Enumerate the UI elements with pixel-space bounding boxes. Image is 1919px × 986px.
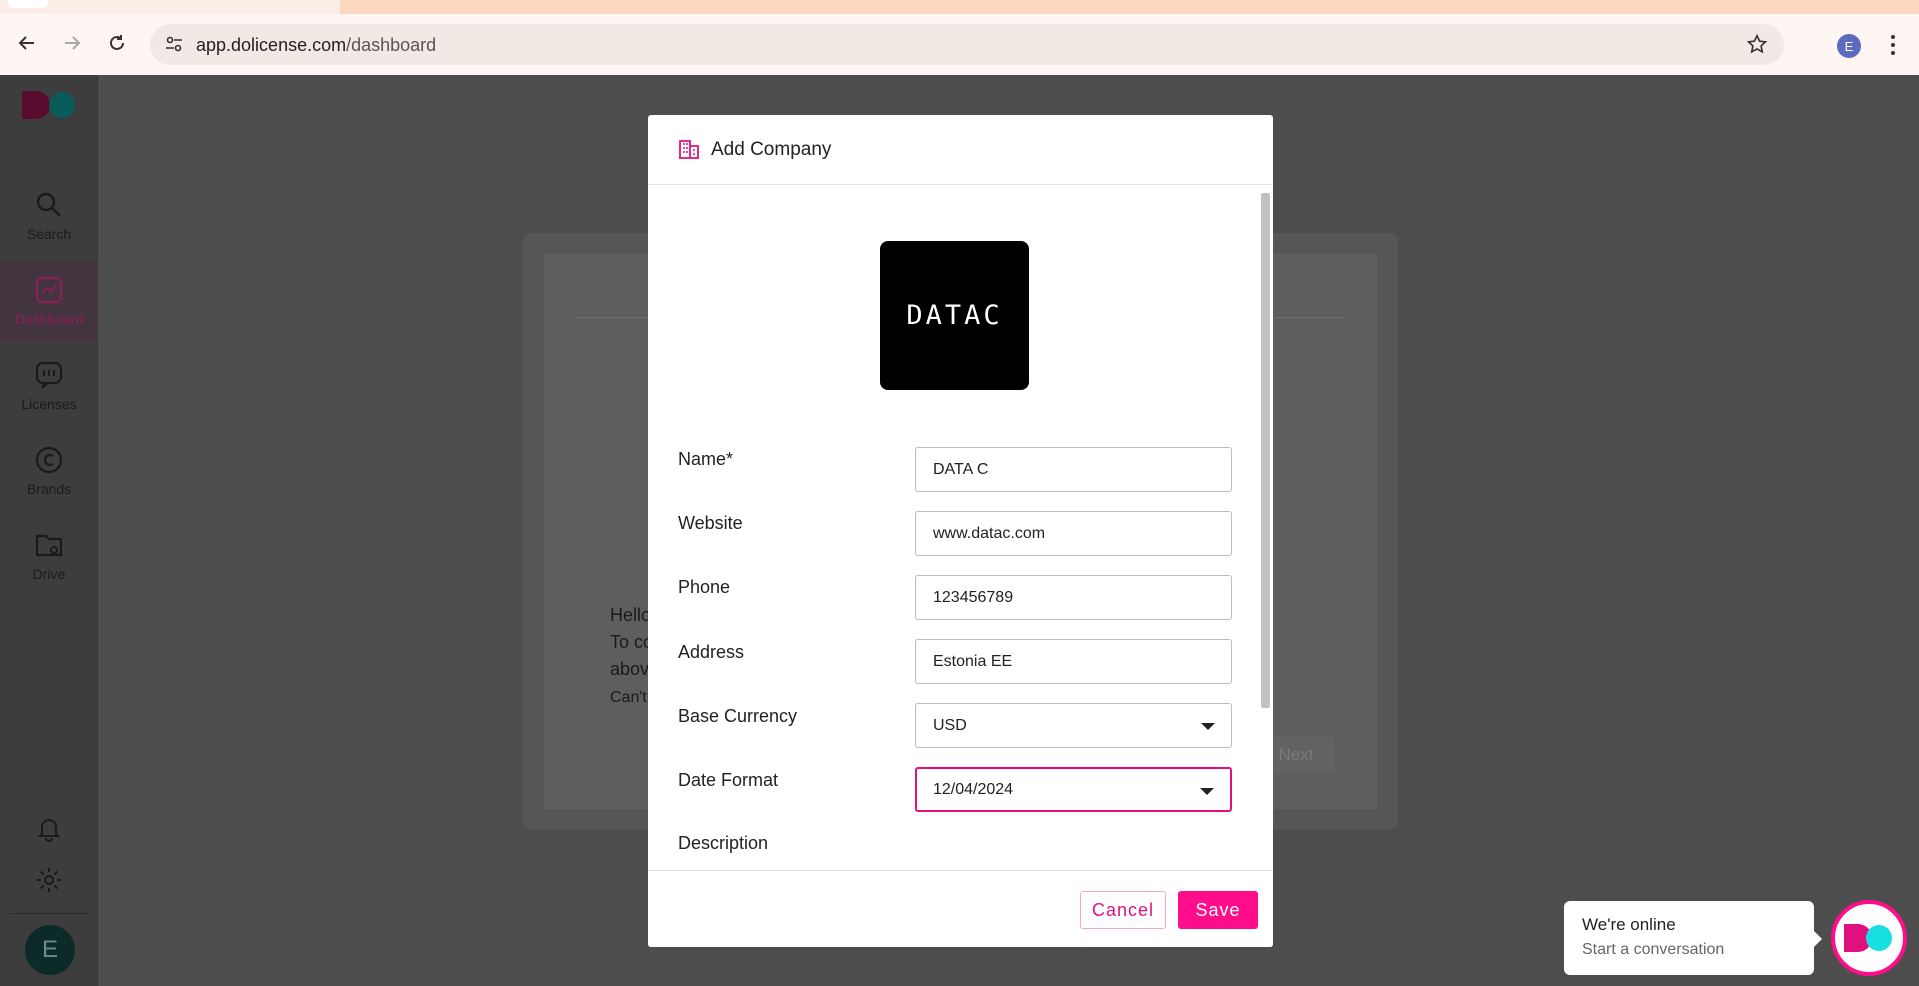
- browser-tab-strip: [0, 0, 1919, 14]
- browser-menu-icon[interactable]: [1884, 32, 1902, 58]
- base-currency-value: USD: [933, 716, 967, 734]
- dialog-header: Add Company: [648, 115, 1273, 185]
- sidebar-item-label: Drive: [32, 566, 66, 582]
- background-text-line: Can't: [610, 689, 647, 706]
- name-label: Name*: [678, 449, 734, 469]
- scrollbar-thumb[interactable]: [1261, 193, 1270, 708]
- site-settings-icon[interactable]: [164, 34, 184, 54]
- address-bar[interactable]: app.dolicense.com/dashboard: [150, 24, 1784, 65]
- sidebar-item-search[interactable]: Search: [0, 175, 98, 257]
- website-label: Website: [678, 513, 743, 533]
- phone-label: Phone: [678, 577, 731, 597]
- date-format-value: 12/04/2024: [933, 780, 1014, 798]
- sidebar-item-licenses[interactable]: Licenses: [0, 345, 98, 427]
- url-host: app.dolicense.com: [196, 35, 347, 55]
- forward-icon[interactable]: [59, 30, 85, 56]
- user-avatar[interactable]: E: [25, 925, 75, 975]
- base-currency-select[interactable]: USD: [915, 703, 1232, 748]
- date-format-label: Date Format: [678, 770, 779, 790]
- dialog-scrollbar[interactable]: [1259, 185, 1273, 947]
- background-text-line: abov: [610, 659, 648, 679]
- url-text: app.dolicense.com/dashboard: [196, 35, 436, 56]
- save-button[interactable]: Save: [1178, 891, 1258, 929]
- chat-prompt-bubble[interactable]: We're online Start a conversation: [1564, 901, 1822, 975]
- browser-tab[interactable]: [0, 0, 340, 14]
- tab-handle: [8, 0, 48, 8]
- name-field[interactable]: DATA C: [915, 447, 1232, 492]
- building-icon: [679, 140, 699, 159]
- url-path: /dashboard: [346, 35, 437, 55]
- sidebar-item-drive[interactable]: Drive: [0, 515, 98, 597]
- address-label: Address: [678, 642, 745, 662]
- sidebar-item-label: Licenses: [21, 396, 77, 412]
- sidebar-item-label: Search: [26, 226, 72, 242]
- app-logo[interactable]: [22, 89, 78, 121]
- website-field[interactable]: www.datac.com: [915, 511, 1232, 556]
- chat-launcher-button[interactable]: [1831, 900, 1907, 976]
- address-field[interactable]: Estonia EE: [915, 639, 1232, 684]
- background-text-line: Hello: [610, 605, 648, 625]
- background-text-line: To co: [610, 632, 648, 652]
- chevron-down-icon: [1200, 788, 1214, 795]
- chat-cta-text: Start a conversation: [1582, 941, 1725, 958]
- add-company-dialog: Add Company DATAC Name* DATA C Website w…: [648, 115, 1273, 947]
- sidebar-item-brands[interactable]: Brands: [0, 430, 98, 512]
- browser-profile-avatar[interactable]: E: [1837, 34, 1861, 58]
- copyright-icon: [35, 446, 63, 474]
- licenses-icon: [35, 361, 63, 389]
- company-logo-upload[interactable]: DATAC: [880, 241, 1029, 390]
- app-sidebar: Search Dashboard Licenses Brands Drive E: [0, 75, 98, 986]
- browser-toolbar: app.dolicense.com/dashboard E: [0, 14, 1919, 75]
- cancel-button[interactable]: Cancel: [1080, 891, 1166, 929]
- drive-folder-icon: [35, 534, 63, 557]
- description-label: Description: [678, 833, 769, 853]
- reload-icon[interactable]: [104, 30, 130, 56]
- date-format-select[interactable]: 12/04/2024: [915, 767, 1232, 812]
- chat-logo-icon: [1844, 924, 1892, 952]
- sidebar-item-dashboard[interactable]: Dashboard: [0, 260, 98, 342]
- sidebar-divider: [10, 913, 88, 914]
- gear-icon[interactable]: [35, 866, 63, 894]
- back-icon[interactable]: [14, 30, 40, 56]
- chat-bubble-tail: [1814, 931, 1822, 947]
- phone-field[interactable]: 123456789: [915, 575, 1232, 620]
- chat-status-text: We're online: [1582, 915, 1676, 934]
- dashboard-icon: [35, 276, 63, 304]
- bookmark-star-icon[interactable]: [1746, 33, 1768, 55]
- dialog-title: Add Company: [711, 139, 832, 160]
- sidebar-item-label: Brands: [26, 481, 72, 497]
- chevron-down-icon: [1201, 723, 1215, 730]
- base-currency-label: Base Currency: [678, 706, 798, 726]
- dialog-footer: Cancel Save: [648, 870, 1273, 947]
- search-icon: [36, 192, 61, 217]
- sidebar-item-label: Dashboard: [14, 311, 84, 327]
- tab-strip-background: [340, 0, 1919, 14]
- company-logo-text: DATAC: [906, 300, 1003, 331]
- bell-icon[interactable]: [35, 815, 63, 843]
